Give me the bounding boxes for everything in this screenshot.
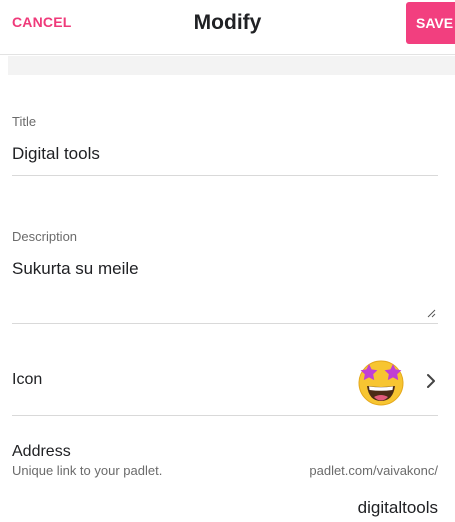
chevron-right-icon[interactable] — [426, 373, 436, 389]
title-field[interactable]: Title Digital tools — [12, 114, 438, 176]
icon-picker-row[interactable]: Icon — [12, 340, 438, 416]
title-label: Title — [12, 114, 37, 129]
save-button[interactable]: SAVE — [406, 2, 455, 44]
address-label: Address — [12, 443, 71, 460]
resize-handle-icon[interactable] — [427, 309, 436, 318]
address-section: Address Unique link to your padlet. padl… — [12, 443, 438, 518]
address-base-url: padlet.com/vaivakonc/ — [309, 463, 438, 478]
description-label: Description — [12, 229, 78, 244]
header-divider-band — [8, 56, 455, 75]
top-bar: CANCEL Modify SAVE — [0, 0, 455, 55]
icon-label: Icon — [12, 371, 43, 388]
description-textarea[interactable]: Sukurta su meile — [12, 259, 438, 279]
address-slug-input[interactable]: digitaltools — [358, 498, 438, 518]
address-help-text: Unique link to your padlet. — [12, 463, 163, 478]
description-field[interactable]: Description Sukurta su meile — [12, 229, 438, 324]
title-input[interactable]: Digital tools — [12, 144, 438, 164]
page-title: Modify — [193, 11, 262, 34]
star-struck-emoji-icon[interactable] — [355, 355, 407, 407]
